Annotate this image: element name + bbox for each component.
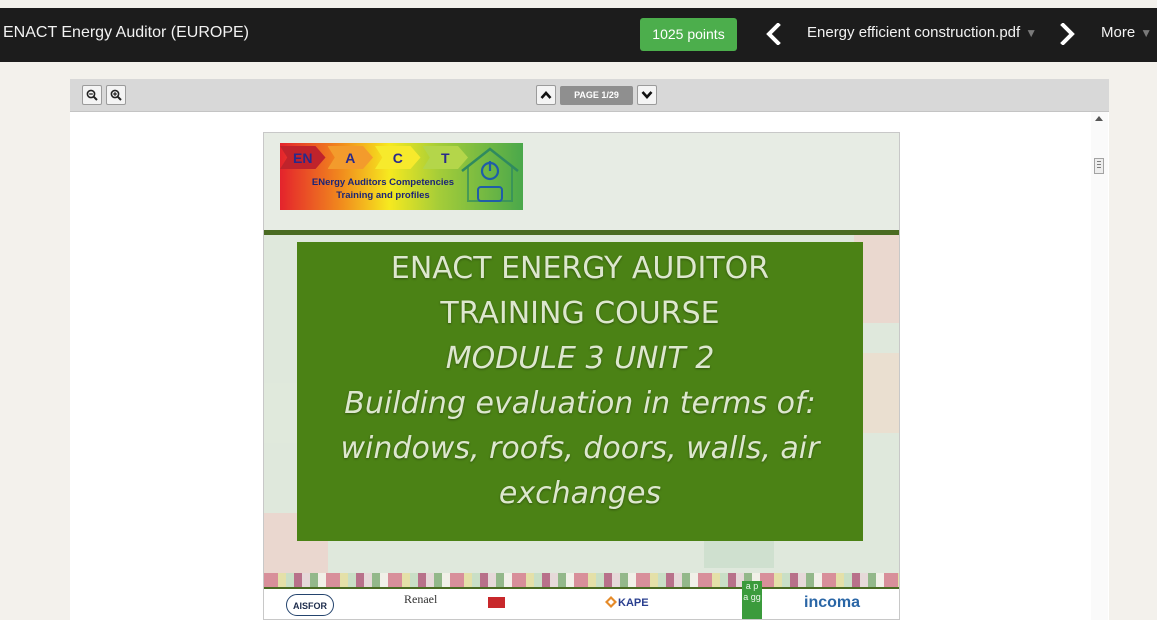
zoom-in-icon <box>110 89 122 101</box>
chevron-down-icon <box>641 91 653 99</box>
title-line: MODULE 3 UNIT 2 <box>445 341 715 376</box>
chevron-left-icon <box>766 23 781 45</box>
points-badge[interactable]: 1025 points <box>640 18 737 51</box>
chevron-right-icon <box>1060 23 1075 45</box>
caret-down-icon: ▼ <box>1025 26 1038 40</box>
renael-logo: Renael <box>404 592 438 606</box>
pdf-page: EN A C T ENergy Auditors Competencies Tr… <box>263 132 900 620</box>
logo-letter: C <box>375 146 421 169</box>
caret-down-icon: ▼ <box>1140 26 1153 40</box>
zoom-in-button[interactable] <box>106 85 126 105</box>
aisfor-logo: AISFOR <box>286 594 334 616</box>
apgg-logo: a p a gg <box>742 581 762 619</box>
logo-tagline-line1: ENergy Auditors Competencies <box>311 177 455 188</box>
more-menu[interactable]: More ▼ <box>1101 24 1152 41</box>
logo-letter: EN <box>280 146 326 169</box>
logo-tagline: ENergy Auditors Competencies Training an… <box>288 176 478 202</box>
house-power-icon <box>461 147 519 202</box>
previous-page-button[interactable] <box>536 85 556 105</box>
next-document-button[interactable] <box>1060 23 1076 45</box>
vertical-scrollbar[interactable] <box>1091 112 1108 620</box>
viewer-toolbar: PAGE 1/29 <box>70 79 1109 112</box>
enact-logo: EN A C T ENergy Auditors Competencies Tr… <box>280 143 523 210</box>
next-page-button[interactable] <box>637 85 657 105</box>
title-line: ENACT ENERGY AUDITOR <box>390 251 770 286</box>
partner-logos: AISFOR Renael KAPE a p a gg incoma <box>264 581 899 619</box>
title-line: Building evaluation in terms of: <box>344 386 816 421</box>
app-title[interactable]: ENACT Energy Auditor (EUROPE) <box>3 24 249 42</box>
logo-letter: A <box>327 146 373 169</box>
scroll-up-arrow-icon[interactable] <box>1095 115 1103 121</box>
document-selector-label: Energy efficient construction.pdf <box>807 24 1021 41</box>
chevron-up-icon <box>540 91 552 99</box>
scrollbar-thumb[interactable] <box>1094 158 1104 174</box>
incoma-logo: incoma <box>804 594 861 611</box>
header-divider <box>264 230 899 235</box>
more-menu-label: More <box>1101 24 1136 41</box>
kape-logo: KAPE <box>618 597 649 609</box>
logo-tagline-line2: Training and profiles <box>336 190 430 201</box>
page-indicator: PAGE 1/29 <box>560 86 633 105</box>
zoom-out-icon <box>86 89 98 101</box>
adene-logo <box>488 597 505 608</box>
pdf-viewer: PAGE 1/29 EN A C T ENergy Auditors Compe… <box>70 79 1109 620</box>
document-selector[interactable]: Energy efficient construction.pdf ▼ <box>807 24 1037 41</box>
title-line: TRAINING COURSE <box>440 296 720 331</box>
decorative-block <box>704 538 774 568</box>
decorative-stripe <box>264 573 899 587</box>
kape-logo-icon <box>605 596 617 608</box>
slide-title-box: ENACT ENERGY AUDITOR TRAINING COURSE MOD… <box>297 242 863 541</box>
title-line: exchanges <box>498 476 662 511</box>
title-line: windows, roofs, doors, walls, air <box>340 431 820 466</box>
zoom-out-button[interactable] <box>82 85 102 105</box>
logo-chevrons: EN A C T <box>280 143 470 172</box>
top-bar: ENACT Energy Auditor (EUROPE) 1025 point… <box>0 8 1157 62</box>
previous-document-button[interactable] <box>765 23 781 45</box>
